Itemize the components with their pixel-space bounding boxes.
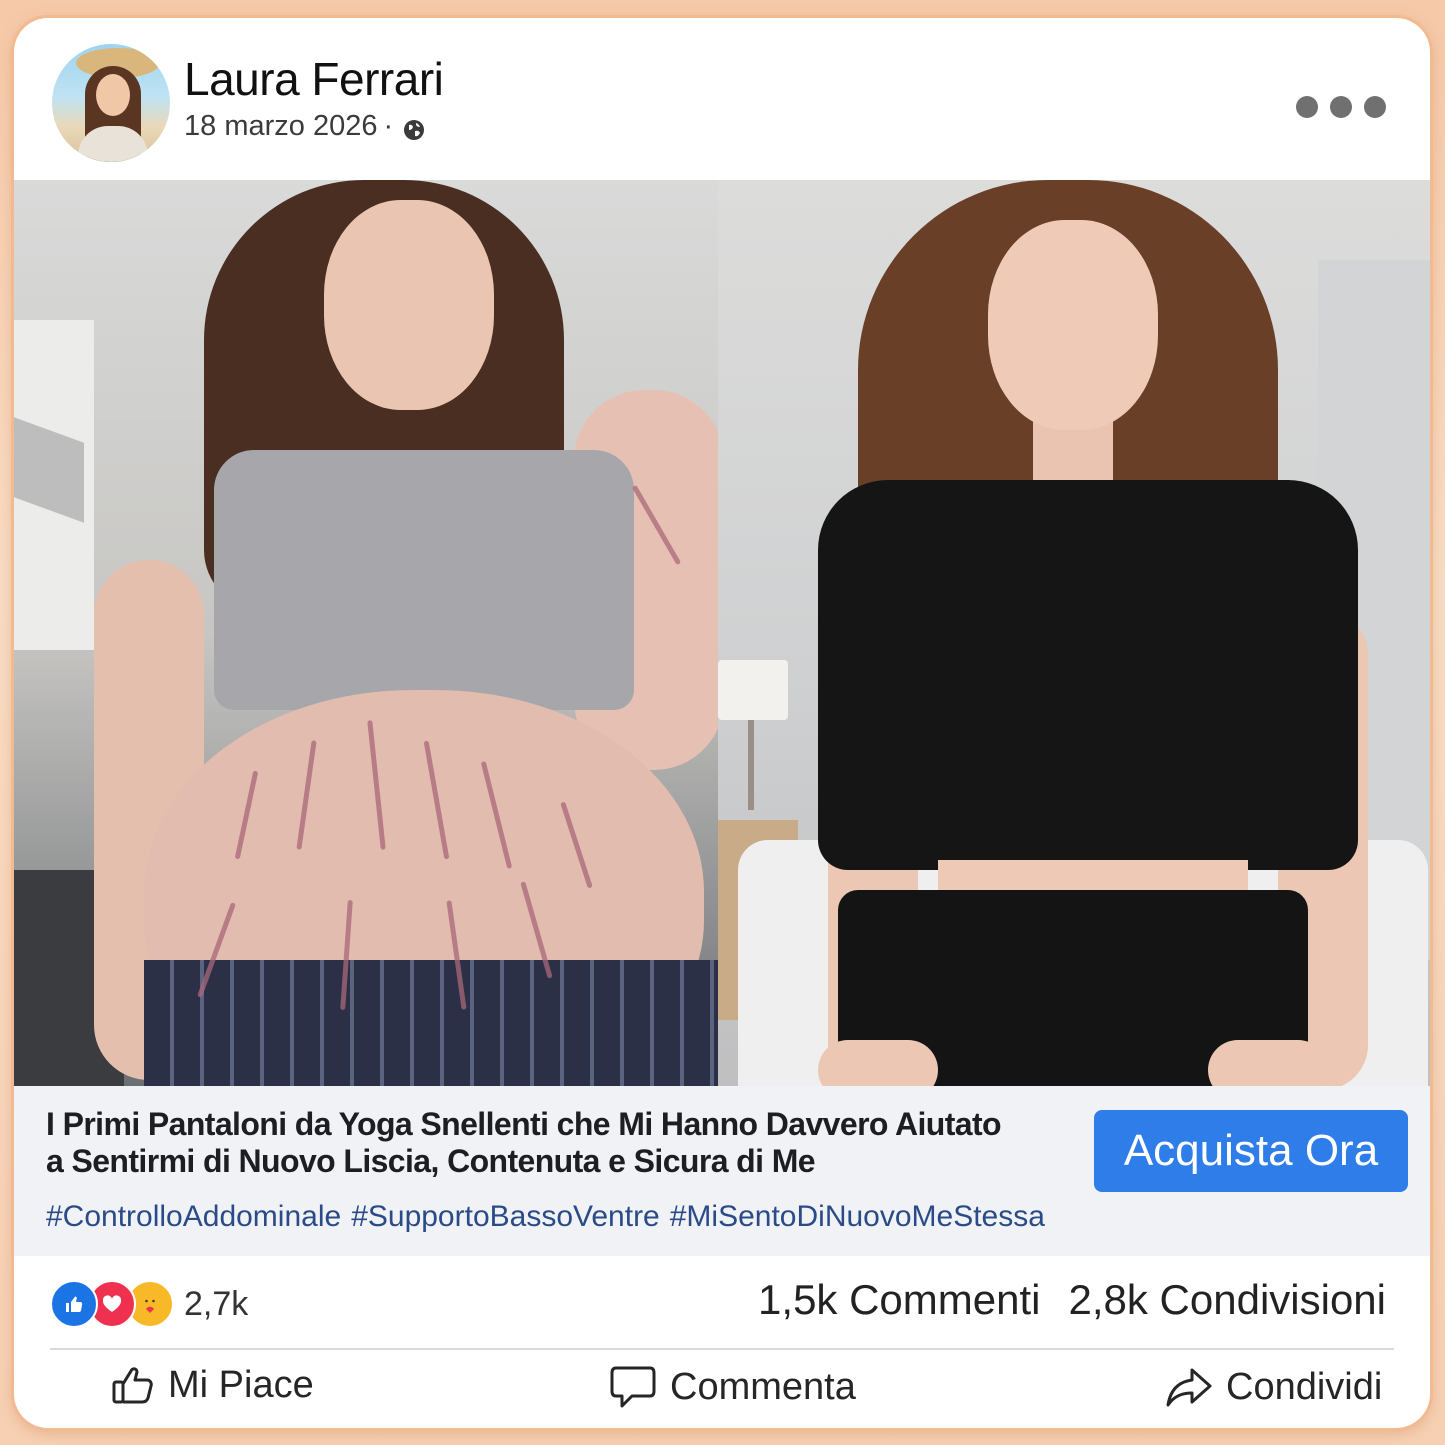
comment-bubble-icon xyxy=(608,1362,658,1412)
thumbs-up-icon xyxy=(110,1362,156,1408)
post-header: Laura Ferrari 18 marzo 2026 · xyxy=(14,18,1430,180)
grey-crop-top xyxy=(214,450,634,710)
comment-button[interactable]: Commenta xyxy=(608,1362,856,1412)
plaid-pants xyxy=(144,960,718,1086)
ad-headline[interactable]: I Primi Pantaloni da Yoga Snellenti che … xyxy=(46,1106,1086,1180)
facebook-post-card: Laura Ferrari 18 marzo 2026 · I Primi Pa… xyxy=(14,18,1430,1428)
lamp-stem xyxy=(748,720,754,810)
share-arrow-icon xyxy=(1164,1362,1214,1412)
comment-share-counts: 1,5k Commenti 2,8k Condivisioni xyxy=(758,1276,1386,1324)
share-label: Condividi xyxy=(1226,1365,1383,1408)
like-label: Mi Piace xyxy=(168,1363,314,1406)
more-options-button[interactable] xyxy=(1296,96,1386,118)
left-leg xyxy=(818,1040,938,1086)
reactions-summary[interactable]: 2,7k xyxy=(50,1280,248,1328)
post-meta: 18 marzo 2026 · xyxy=(184,110,425,143)
black-t-shirt xyxy=(818,480,1358,870)
shares-count[interactable]: 2,8k Condivisioni xyxy=(1068,1276,1386,1324)
before-photo[interactable] xyxy=(14,180,718,1086)
comment-label: Commenta xyxy=(670,1365,856,1408)
like-reaction-icon xyxy=(50,1280,98,1328)
post-date[interactable]: 18 marzo 2026 xyxy=(184,110,377,143)
hashtag-link[interactable]: #MiSentoDiNuovoMeStessa xyxy=(670,1200,1045,1234)
engagement-stats: 2,7k 1,5k Commenti 2,8k Condivisioni xyxy=(14,1256,1430,1350)
hashtag-list: #ControlloAddominale #SupportoBassoVentr… xyxy=(46,1200,1045,1234)
right-leg xyxy=(1208,1040,1328,1086)
ad-banner[interactable]: I Primi Pantaloni da Yoga Snellenti che … xyxy=(14,1086,1430,1256)
author-avatar[interactable] xyxy=(52,44,170,162)
like-button[interactable]: Mi Piace xyxy=(110,1362,314,1408)
more-dot-icon xyxy=(1364,96,1386,118)
more-dot-icon xyxy=(1330,96,1352,118)
post-actions: Mi Piace Commenta Condividi xyxy=(14,1352,1430,1428)
face xyxy=(988,220,1158,430)
meta-separator: · xyxy=(383,110,394,142)
share-button[interactable]: Condividi xyxy=(1164,1362,1382,1412)
more-dot-icon xyxy=(1296,96,1318,118)
avatar-face xyxy=(96,74,130,116)
reaction-count: 2,7k xyxy=(184,1284,249,1323)
face xyxy=(324,200,494,410)
shop-now-button[interactable]: Acquista Ora xyxy=(1094,1110,1408,1192)
globe-icon xyxy=(403,116,425,140)
after-photo[interactable] xyxy=(718,180,1430,1086)
ad-headline-line: a Sentirmi di Nuovo Liscia, Contenuta e … xyxy=(46,1143,816,1179)
divider xyxy=(50,1348,1394,1350)
author-name[interactable]: Laura Ferrari xyxy=(184,52,444,106)
hashtag-link[interactable]: #ControlloAddominale xyxy=(46,1200,341,1234)
hashtag-link[interactable]: #SupportoBassoVentre xyxy=(351,1200,660,1234)
lamp-shade xyxy=(718,660,788,720)
ad-headline-line: I Primi Pantaloni da Yoga Snellenti che … xyxy=(46,1106,1002,1142)
post-media[interactable] xyxy=(14,180,1430,1086)
comments-count[interactable]: 1,5k Commenti xyxy=(758,1276,1040,1324)
